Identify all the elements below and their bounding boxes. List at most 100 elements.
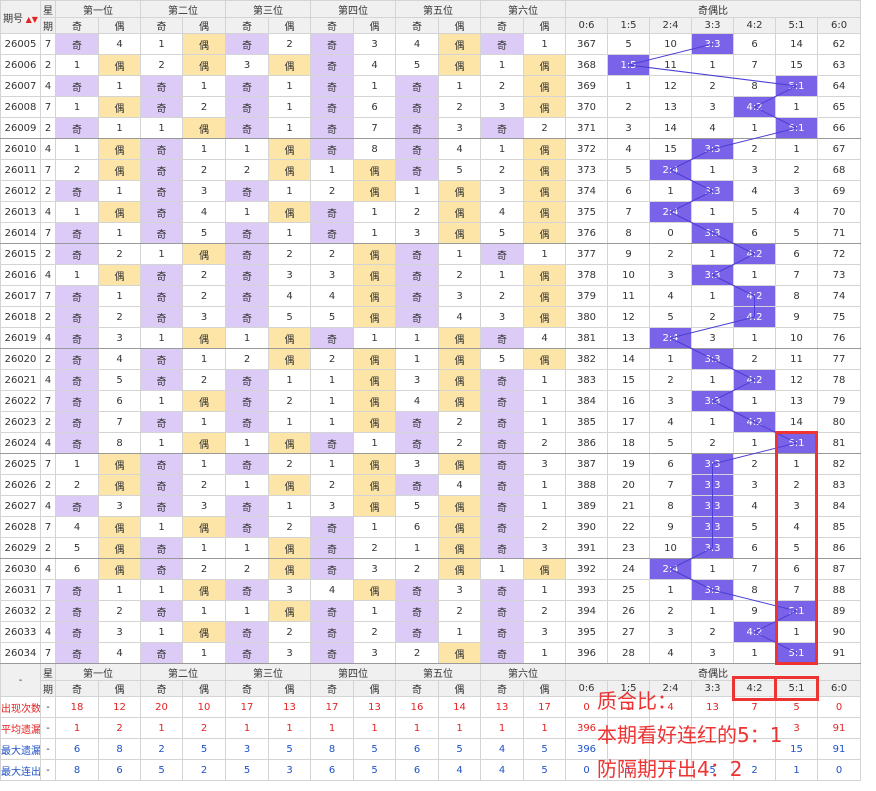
even-omission-cell: 2 <box>268 453 311 475</box>
stats-value: 6 <box>98 759 141 781</box>
sort-arrows-icon[interactable]: ▲▼ <box>23 15 38 24</box>
even-omission-cell: 1 <box>353 327 396 349</box>
even-omission-cell: 1 <box>182 138 226 160</box>
ratio-omission-cell: 4 <box>607 138 650 160</box>
odd-subheader: 奇 <box>310 17 354 34</box>
even-hit-cell: 偶 <box>438 348 481 370</box>
even-omission-cell: 3 <box>268 642 311 664</box>
odd-omission-cell: 1 <box>310 159 354 181</box>
even-omission-cell: 2 <box>182 369 226 391</box>
odd-omission-cell: 2 <box>140 54 183 76</box>
odd-omission-cell: 1 <box>310 390 354 412</box>
even-subheader: 偶 <box>182 680 226 697</box>
ratio-omission-cell: 63 <box>816 54 862 76</box>
even-omission-cell: 1 <box>182 75 226 97</box>
ratio-omission-cell: 3 <box>733 159 776 181</box>
even-omission-cell: 4 <box>98 33 141 55</box>
odd-omission-cell: 3 <box>225 54 269 76</box>
odd-hit-cell: 奇 <box>310 600 354 622</box>
week-cell: 2 <box>40 411 56 433</box>
table-row: 26032 2 奇 2 奇 1 1 偶奇 1 奇 2 奇 2 394 26 2 1 9 5:1 89 <box>0 600 862 622</box>
odd-omission-cell: 1 <box>55 54 99 76</box>
even-omission-cell: 2 <box>182 474 226 496</box>
even-omission-cell: 3 <box>523 453 566 475</box>
week-cell: 4 <box>40 75 56 97</box>
issue-cell: 26026 <box>0 474 41 496</box>
odd-omission-cell: 2 <box>225 558 269 580</box>
ratio-omission-cell: 87 <box>816 558 862 580</box>
even-omission-cell: 1 <box>523 33 566 55</box>
footer-header-row-1: - 星第一位 第二位 第三位 第四位 第五位 第六位 奇偶比 <box>0 663 862 697</box>
ratio-omission-cell: 10 <box>607 264 650 286</box>
odd-omission-cell: 5 <box>395 495 439 517</box>
ratio-omission-cell: 387 <box>565 453 608 475</box>
issue-cell: 26013 <box>0 201 41 223</box>
even-omission-cell: 2 <box>523 516 566 538</box>
stats-dash: - <box>40 717 56 739</box>
ratio-hit-cell: 4:2 <box>733 285 776 307</box>
stats-value: 1 <box>395 717 439 739</box>
odd-omission-cell: 1 <box>55 96 99 118</box>
odd-omission-cell: 5 <box>480 222 524 244</box>
table-row: 26009 2 奇 1 1 偶奇 1 奇 7 奇 3 奇 2 371 3 14 4 1 5:1 66 <box>0 117 862 139</box>
ratio-omission-cell: 5 <box>607 33 650 55</box>
ratio-hit-cell: 3:3 <box>691 537 734 559</box>
table-row: 26012 2 奇 1 奇 3 奇 1 2 偶 1 偶 3 偶 374 6 1 3:3 4 3 69 <box>0 180 862 202</box>
even-hit-cell: 偶 <box>353 306 396 328</box>
even-omission-cell: 2 <box>268 621 311 643</box>
odd-hit-cell: 奇 <box>55 243 99 265</box>
ratio-omission-cell: 73 <box>816 264 862 286</box>
ratio-omission-cell: 3 <box>691 327 734 349</box>
even-omission-cell: 4 <box>353 54 396 76</box>
week-cell: 4 <box>40 495 56 517</box>
even-omission-cell: 2 <box>182 285 226 307</box>
ratio-omission-cell: 2 <box>691 432 734 454</box>
stats-value: 13 <box>268 696 311 718</box>
even-omission-cell: 1 <box>182 348 226 370</box>
odd-subheader: 奇 <box>55 680 99 697</box>
odd-hit-cell: 奇 <box>140 264 183 286</box>
odd-hit-cell: 奇 <box>310 327 354 349</box>
odd-hit-cell: 奇 <box>480 243 524 265</box>
even-hit-cell: 偶 <box>353 159 396 181</box>
ratio-omission-cell: 1 <box>733 432 776 454</box>
odd-omission-cell: 4 <box>395 33 439 55</box>
odd-omission-cell: 1 <box>140 327 183 349</box>
issue-cell: 26019 <box>0 327 41 349</box>
odd-omission-cell: 2 <box>480 285 524 307</box>
odd-omission-cell: 2 <box>310 180 354 202</box>
even-omission-cell: 2 <box>268 243 311 265</box>
odd-omission-cell: 3 <box>395 222 439 244</box>
ratio-omission-cell: 68 <box>816 159 862 181</box>
ratio-omission-cell: 2 <box>775 474 818 496</box>
ratio-omission-cell: 9 <box>733 600 776 622</box>
odd-subheader: 奇 <box>395 17 439 34</box>
table-row: 26034 7 奇 4 奇 1 奇 3 奇 3 2 偶奇 1 396 28 4 3 1 5:1 91 <box>0 642 862 664</box>
odd-hit-cell: 奇 <box>395 159 439 181</box>
week-header-1: 星 <box>40 0 56 18</box>
stats-value: 13 <box>353 696 396 718</box>
even-hit-cell: 偶 <box>353 180 396 202</box>
note-line-3: 防隔期开出4：2 <box>597 757 743 781</box>
issue-header[interactable]: 期号 ▲▼ <box>0 0 41 34</box>
odd-omission-cell: 1 <box>480 54 524 76</box>
ratio-omission-cell: 1 <box>691 54 734 76</box>
issue-cell: 26023 <box>0 411 41 433</box>
issue-cell: 26034 <box>0 642 41 664</box>
even-omission-cell: 2 <box>182 558 226 580</box>
ratio-omission-cell: 3 <box>775 180 818 202</box>
even-hit-cell: 偶 <box>98 516 141 538</box>
odd-hit-cell: 奇 <box>55 180 99 202</box>
even-omission-cell: 1 <box>523 474 566 496</box>
ratio-omission-cell: 5 <box>733 201 776 223</box>
ratio-omission-cell: 1 <box>733 642 776 664</box>
odd-hit-cell: 奇 <box>310 54 354 76</box>
stats-value: 14 <box>438 696 481 718</box>
issue-cell: 26015 <box>0 243 41 265</box>
ratio-omission-cell: 82 <box>816 453 862 475</box>
issue-cell: 26030 <box>0 558 41 580</box>
issue-cell: 26028 <box>0 516 41 538</box>
table-row: 26005 7 奇 4 1 偶奇 2 奇 3 4 偶奇 1 367 5 10 3:3 6 14 62 <box>0 33 862 55</box>
week-cell: 2 <box>40 54 56 76</box>
ratio-subheader: 2:4 <box>649 17 692 34</box>
